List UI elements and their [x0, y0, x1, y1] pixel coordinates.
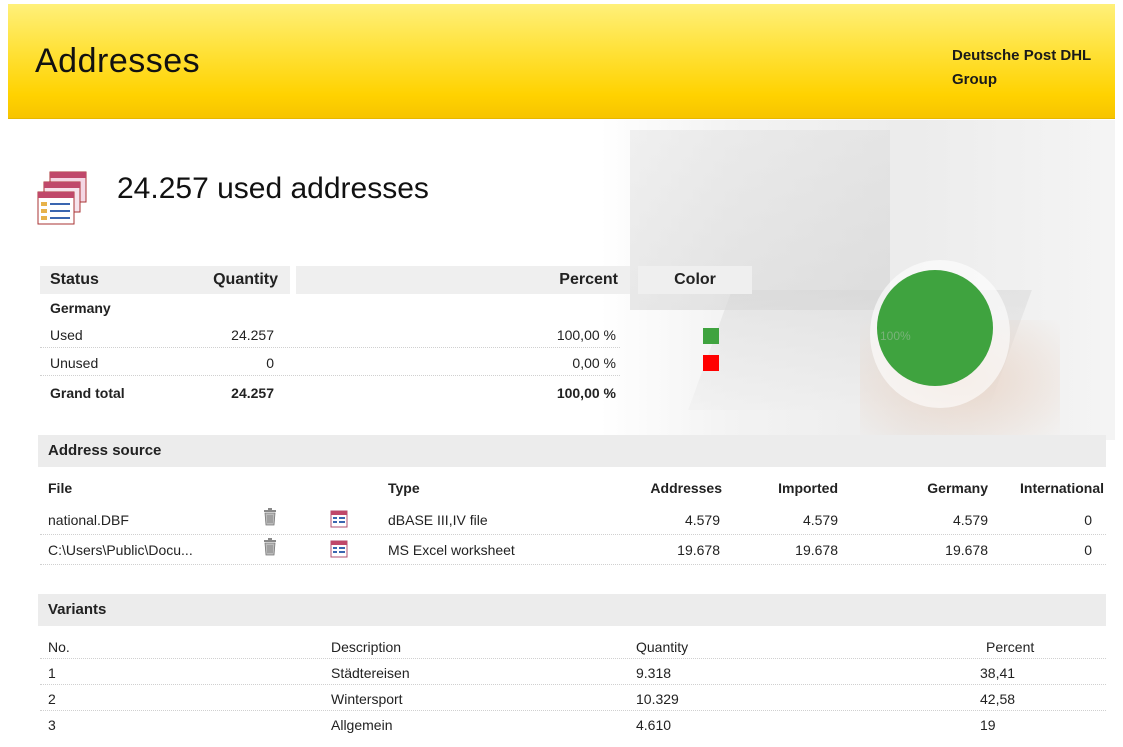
source-type: MS Excel worksheet — [388, 542, 515, 558]
status-unused-quantity: 0 — [266, 355, 274, 371]
status-used-label: Used — [50, 327, 83, 343]
grand-total-quantity: 24.257 — [231, 385, 274, 401]
source-file-name: national.DBF — [48, 512, 129, 528]
variant-quantity-header: Quantity — [636, 639, 689, 655]
percent-column-header: Percent — [296, 266, 630, 294]
status-unused-label: Unused — [50, 355, 99, 371]
color-column-header: Color — [638, 266, 752, 294]
quantity-column-header: Quantity — [166, 266, 290, 294]
app-header: Addresses Deutsche Post DHL Group — [8, 4, 1115, 119]
variants-section-header: Variants — [38, 594, 1106, 626]
status-column-header: Status — [40, 266, 168, 294]
unused-color-swatch — [703, 355, 719, 371]
addresses-column-header: Addresses — [650, 480, 722, 496]
group-label: Germany — [50, 300, 111, 316]
variant-description-header: Description — [331, 639, 402, 655]
variant-description: Städtereisen — [331, 665, 410, 681]
source-imported: 4.579 — [802, 512, 838, 528]
table-icon[interactable] — [330, 510, 348, 528]
row-divider — [40, 710, 1106, 711]
trash-icon[interactable] — [263, 508, 277, 526]
address-source-section-header: Address source — [38, 435, 1106, 467]
file-column-header: File — [48, 480, 73, 496]
row-divider — [40, 534, 1106, 535]
variant-percent-header: Percent — [986, 639, 1035, 655]
status-pie-chart: 100% — [870, 260, 1010, 408]
source-international: 0 — [1084, 542, 1092, 558]
source-imported: 19.678 — [795, 542, 838, 558]
used-addresses-heading: 24.257 used addresses — [117, 172, 429, 205]
source-germany: 4.579 — [952, 512, 988, 528]
variant-percent: 42,58 — [980, 691, 1016, 707]
type-column-header: Type — [388, 480, 420, 496]
imported-column-header: Imported — [778, 480, 838, 496]
page-title: Addresses — [35, 42, 201, 80]
pie-data-label: 100% — [880, 329, 911, 343]
variant-quantity: 10.329 — [636, 691, 679, 707]
table-icon[interactable] — [330, 540, 348, 558]
variant-no: 3 — [48, 717, 56, 733]
status-unused-percent: 0,00 % — [572, 355, 616, 371]
international-column-header: International — [1020, 480, 1105, 496]
variant-percent: 38,41 — [980, 665, 1016, 681]
variant-percent: 19 — [980, 717, 996, 733]
source-germany: 19.678 — [945, 542, 988, 558]
variant-no-header: No. — [48, 639, 70, 655]
address-list-icon — [36, 170, 90, 230]
pie-slice-used — [877, 270, 993, 386]
row-divider — [40, 564, 1106, 565]
variant-quantity: 9.318 — [636, 665, 672, 681]
row-divider — [40, 658, 1106, 659]
status-used-percent: 100,00 % — [556, 327, 616, 343]
source-addresses: 19.678 — [677, 542, 720, 558]
source-international: 0 — [1084, 512, 1092, 528]
trash-icon[interactable] — [263, 538, 277, 556]
variant-quantity: 4.610 — [636, 717, 672, 733]
grand-total-percent: 100,00 % — [556, 385, 616, 401]
brand-logo-text: Deutsche Post DHL Group — [952, 47, 1091, 88]
variant-no: 2 — [48, 691, 56, 707]
variant-description: Allgemein — [331, 717, 393, 733]
variant-description: Wintersport — [331, 691, 403, 707]
source-addresses: 4.579 — [684, 512, 720, 528]
row-divider — [40, 684, 1106, 685]
grand-total-label: Grand total — [50, 385, 125, 401]
germany-column-header: Germany — [927, 480, 988, 496]
source-type: dBASE III,IV file — [388, 512, 488, 528]
row-divider — [40, 375, 620, 376]
variant-no: 1 — [48, 665, 56, 681]
row-divider — [40, 347, 620, 348]
used-color-swatch — [703, 328, 719, 344]
source-file-name: C:\Users\Public\Docu... — [48, 542, 193, 558]
status-used-quantity: 24.257 — [231, 327, 274, 343]
